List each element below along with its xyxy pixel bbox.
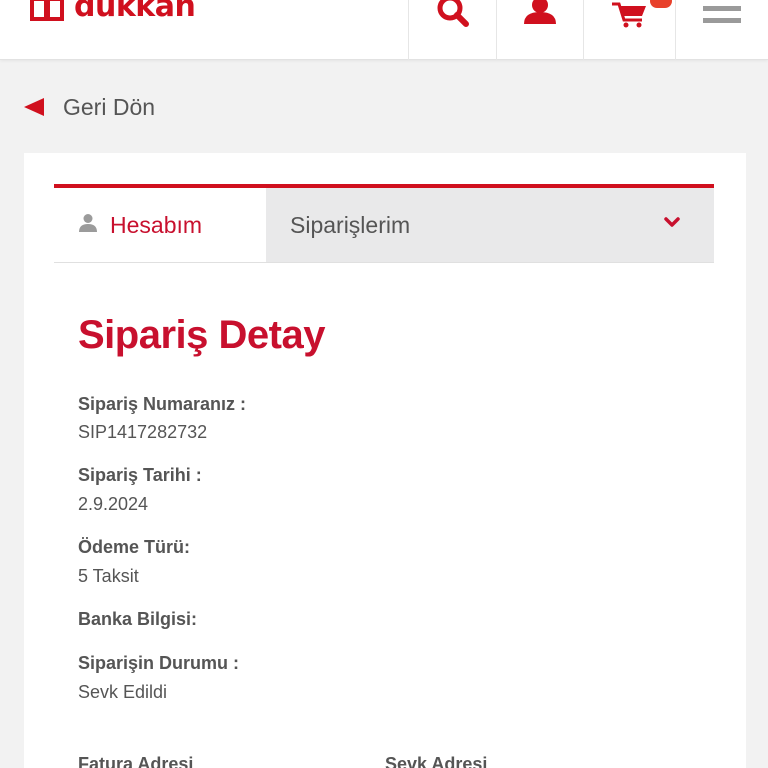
cart-icon <box>610 0 672 28</box>
shipping-address-label: Sevk Adresi <box>385 754 488 768</box>
search-icon <box>435 0 471 28</box>
search-button[interactable] <box>408 0 496 60</box>
menu-button[interactable] <box>675 0 768 60</box>
payment-type-label: Ödeme Türü: <box>78 537 191 557</box>
cart-count-badge <box>649 0 672 8</box>
page-title: Sipariş Detay <box>78 313 325 357</box>
store-logo-icon <box>30 0 64 21</box>
tab-account[interactable]: Hesabım <box>54 188 266 262</box>
chevron-down-icon <box>664 216 680 234</box>
back-arrow-icon <box>24 98 44 116</box>
back-link[interactable]: Geri Dön <box>24 92 155 122</box>
order-status-label: Siparişin Durumu : <box>78 653 240 673</box>
user-icon <box>520 0 560 28</box>
back-label: Geri Dön <box>63 93 156 120</box>
account-tabs: Hesabım Siparişlerim <box>54 184 714 263</box>
payment-type-value: 5 Taksit <box>78 566 139 586</box>
menu-icon <box>702 0 742 28</box>
logo-text: dukkan <box>74 0 196 24</box>
bank-info-label: Banka Bilgisi: <box>78 609 198 629</box>
top-header: dukkan <box>0 0 768 60</box>
order-number-label: Sipariş Numaranız : <box>78 394 247 414</box>
billing-address-label: Fatura Adresi <box>78 754 194 768</box>
order-number-value: SIP1417282732 <box>78 422 208 442</box>
tab-account-label: Hesabım <box>110 211 203 238</box>
order-date-label: Sipariş Tarihi : <box>78 465 202 485</box>
order-status-value: Sevk Edildi <box>78 682 168 702</box>
orders-dropdown[interactable]: Siparişlerim <box>266 188 714 262</box>
order-date-value: 2.9.2024 <box>78 494 149 514</box>
orders-dropdown-label: Siparişlerim <box>290 211 411 238</box>
logo[interactable]: dukkan <box>30 0 196 26</box>
cart-button[interactable] <box>583 0 675 60</box>
order-detail-card: Hesabım Siparişlerim Sipariş Detay Sipar… <box>24 153 746 768</box>
user-small-icon <box>78 213 98 238</box>
account-button[interactable] <box>496 0 583 60</box>
